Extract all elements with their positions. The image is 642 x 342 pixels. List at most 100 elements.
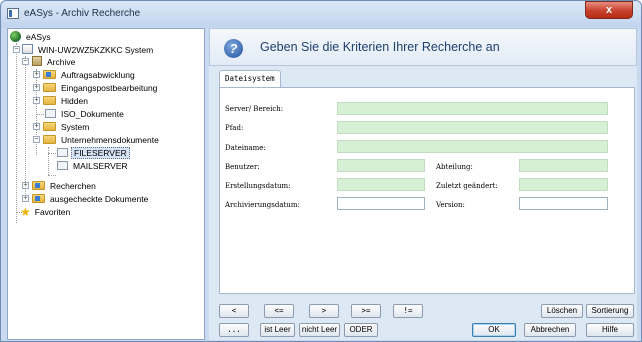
tree-line [16, 43, 17, 223]
tree-line [48, 153, 56, 154]
tree-item-system[interactable]: System [43, 121, 91, 133]
sortierung-button[interactable]: Sortierung [586, 304, 634, 318]
tree-item-hidden[interactable]: Hidden [43, 95, 90, 107]
folder-icon [43, 122, 56, 131]
search-criteria-panel: ? Geben Sie die Kriterien Ihrer Recherch… [209, 28, 637, 340]
tree-item-label: System [61, 122, 90, 132]
collapse-toggle[interactable]: − [13, 46, 20, 53]
close-button[interactable]: x [585, 1, 633, 19]
field-label-archivierungsdatum: Archivierungsdatum: [225, 201, 300, 209]
tree-item-recherchen[interactable]: Recherchen [32, 180, 98, 192]
tree-item-label: MAILSERVER [73, 161, 128, 171]
more-options-button[interactable]: ... [219, 323, 249, 337]
expand-toggle[interactable]: + [33, 97, 40, 104]
window-client-area: eASys − WIN-UW2WZ5KZKKC System − Archive… [7, 28, 637, 341]
erstellungsdatum-field[interactable] [337, 178, 425, 191]
collapse-toggle[interactable]: − [22, 58, 29, 65]
server-field[interactable] [337, 102, 608, 115]
archive-search-window: eASys - Archiv Recherche x eASys − WIN-U… [0, 0, 642, 342]
oder-button[interactable]: ODER [344, 323, 378, 337]
tree-line [25, 56, 26, 194]
pfad-field[interactable] [337, 121, 608, 134]
greater-than-button[interactable]: > [309, 304, 339, 318]
tree-item-mailserver[interactable]: MAILSERVER [57, 160, 130, 172]
tree-item-unternehmensdokumente[interactable]: Unternehmensdokumente [43, 134, 161, 146]
not-equal-button[interactable]: != [393, 304, 423, 318]
tree-item-label: Favoriten [34, 207, 71, 217]
server-icon [57, 148, 68, 157]
ok-button[interactable]: OK [472, 323, 516, 337]
search-folder-icon [32, 181, 45, 190]
zuletzt-geaendert-field[interactable] [519, 178, 608, 191]
tree-item-label: Auftragsabwicklung [61, 70, 135, 80]
tree-item-label: Hidden [61, 96, 88, 106]
version-field[interactable] [519, 197, 608, 210]
tree-item-eingangspostbearbeitung[interactable]: Eingangspostbearbeitung [43, 82, 159, 94]
tree-item-label: Archive [47, 57, 76, 67]
folder-icon [43, 83, 56, 92]
app-icon [7, 8, 19, 19]
tree-item-label: ISO_Dokumente [61, 109, 124, 119]
greater-equal-button[interactable]: >= [351, 304, 381, 318]
tree-line [48, 147, 49, 175]
tree-item-easys[interactable]: eASys [10, 31, 53, 43]
less-than-button[interactable]: < [219, 304, 249, 318]
collapse-toggle[interactable]: − [33, 136, 40, 143]
tree-item-system-server[interactable]: WIN-UW2WZ5KZKKC System [22, 44, 155, 56]
tab-content-dateisystem: Server/ Bereich: Pfad: Dateiname: Benutz… [219, 87, 635, 294]
field-label-dateiname: Dateiname: [225, 144, 266, 152]
tree-item-auftragsabwicklung[interactable]: Auftragsabwicklung [43, 69, 137, 81]
hilfe-button[interactable]: Hilfe [586, 323, 634, 337]
expand-toggle[interactable]: + [33, 123, 40, 130]
panel-header: ? Geben Sie die Kriterien Ihrer Recherch… [209, 28, 637, 66]
tree-line [36, 114, 44, 115]
document-icon [45, 109, 56, 118]
computer-icon [22, 44, 33, 54]
page-title: Geben Sie die Kriterien Ihrer Recherche … [260, 40, 500, 54]
star-icon: ★ [20, 205, 31, 219]
tree-line [48, 175, 56, 176]
ist-leer-button[interactable]: ist Leer [260, 323, 295, 337]
field-label-erstellungsdatum: Erstellungsdatum: [225, 182, 291, 190]
archive-tree: eASys − WIN-UW2WZ5KZKKC System − Archive… [7, 28, 205, 340]
dateiname-field[interactable] [337, 140, 608, 153]
tree-item-label: Recherchen [50, 181, 96, 191]
nicht-leer-button[interactable]: nicht Leer [299, 323, 340, 337]
tree-item-fileserver[interactable]: FILESERVER [57, 147, 130, 159]
tree-item-label: eASys [26, 32, 51, 42]
field-label-version: Version: [436, 201, 465, 209]
tree-item-favoriten[interactable]: ★ Favoriten [20, 206, 72, 218]
benutzer-field[interactable] [337, 159, 425, 172]
field-label-abteilung: Abteilung: [436, 163, 473, 171]
less-equal-button[interactable]: <= [264, 304, 294, 318]
tree-item-label: FILESERVER [71, 147, 130, 159]
field-label-benutzer: Benutzer: [225, 163, 260, 171]
tree-item-label: Eingangspostbearbeitung [61, 83, 158, 93]
title-bar[interactable]: eASys - Archiv Recherche x [1, 1, 641, 27]
field-label-server: Server/ Bereich: [225, 105, 284, 113]
globe-icon [10, 31, 21, 42]
tree-item-label: Unternehmensdokumente [61, 135, 159, 145]
folder-icon [43, 135, 56, 144]
abteilung-field[interactable] [519, 159, 608, 172]
help-icon: ? [224, 39, 243, 58]
tree-item-archive[interactable]: Archive [32, 56, 77, 68]
tab-dateisystem[interactable]: Dateisystem [219, 70, 281, 88]
folder-icon [43, 70, 56, 79]
window-title: eASys - Archiv Recherche [24, 8, 141, 19]
expand-toggle[interactable]: + [33, 71, 40, 78]
field-label-pfad: Pfad: [225, 124, 244, 132]
loeschen-button[interactable]: Löschen [541, 304, 583, 318]
expand-toggle[interactable]: + [22, 195, 29, 202]
abbrechen-button[interactable]: Abbrechen [524, 323, 576, 337]
tree-item-iso-dokumente[interactable]: ISO_Dokumente [45, 108, 126, 120]
checked-out-folder-icon [32, 194, 45, 203]
expand-toggle[interactable]: + [33, 84, 40, 91]
tree-item-label: ausgecheckte Dokumente [50, 194, 149, 204]
tree-item-ausgecheckte-dokumente[interactable]: ausgecheckte Dokumente [32, 193, 150, 205]
server-icon [57, 161, 68, 170]
expand-toggle[interactable]: + [22, 182, 29, 189]
field-label-zuletzt-geaendert: Zuletzt geändert: [436, 182, 498, 190]
folder-icon [43, 96, 56, 105]
archivierungsdatum-field[interactable] [337, 197, 425, 210]
